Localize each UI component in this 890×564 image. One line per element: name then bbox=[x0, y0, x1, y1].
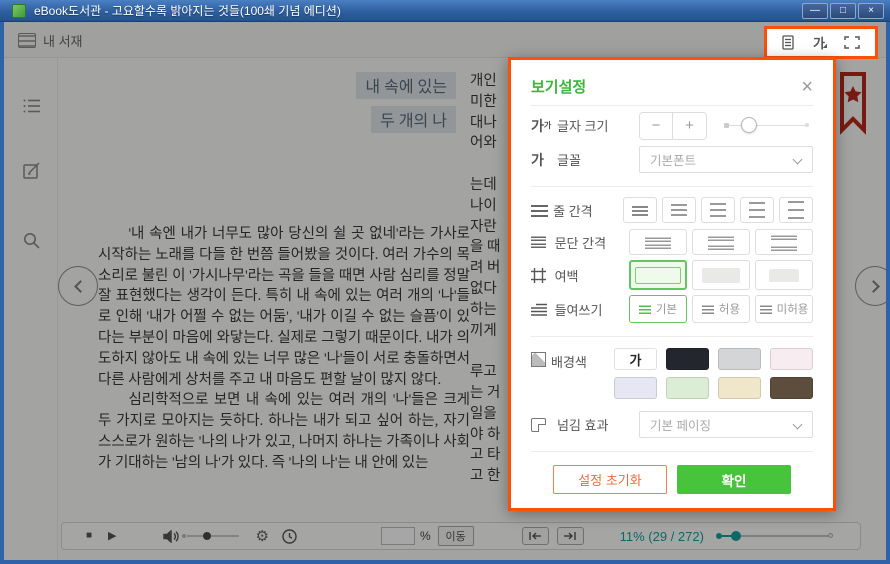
background-color-label: 배경색 bbox=[551, 352, 614, 371]
background-color-icon bbox=[531, 352, 551, 367]
bg-swatch-cream[interactable] bbox=[718, 377, 761, 399]
viewer-settings-icon[interactable] bbox=[782, 35, 794, 50]
font-size-slider-knob[interactable] bbox=[741, 117, 757, 133]
bg-swatch-green[interactable] bbox=[666, 377, 709, 399]
paragraph-spacing-label: 문단 간격 bbox=[555, 233, 629, 252]
divider bbox=[531, 105, 813, 106]
maximize-button[interactable]: □ bbox=[830, 3, 856, 19]
window-title: eBook도서관 - 고요할수록 밝아지는 것들(100쇄 기념 에디션) bbox=[34, 2, 341, 19]
divider bbox=[531, 336, 813, 337]
font-face-dropdown[interactable]: 기본폰트 bbox=[639, 146, 813, 173]
minimize-button[interactable]: — bbox=[802, 3, 828, 19]
margin-label: 여백 bbox=[555, 266, 629, 285]
app-window: eBook도서관 - 고요할수록 밝아지는 것들(100쇄 기념 에디션) — … bbox=[0, 0, 890, 564]
bg-swatch-white[interactable]: 가 bbox=[614, 348, 657, 370]
font-size-increase-button[interactable]: + bbox=[673, 113, 706, 139]
background-color-swatches: 가 bbox=[614, 348, 813, 399]
margin-option-medium[interactable] bbox=[692, 260, 750, 290]
reset-settings-button[interactable]: 설정 초기화 bbox=[553, 465, 667, 494]
bg-swatch-lavender[interactable] bbox=[614, 377, 657, 399]
paragraph-spacing-option-1[interactable] bbox=[629, 229, 687, 255]
page-effect-dropdown[interactable]: 기본 페이징 bbox=[639, 411, 813, 438]
paragraph-spacing-option-2[interactable] bbox=[692, 229, 750, 255]
font-face-icon: 가 bbox=[531, 150, 557, 170]
line-spacing-option-1[interactable] bbox=[623, 197, 657, 223]
font-size-slider[interactable] bbox=[724, 125, 809, 126]
paragraph-spacing-option-3[interactable] bbox=[755, 229, 813, 255]
font-size-decrease-button[interactable]: − bbox=[640, 113, 673, 139]
page-effect-label: 넘김 효과 bbox=[557, 415, 639, 434]
font-face-label: 글꼴 bbox=[557, 150, 639, 169]
line-spacing-label: 줄 간격 bbox=[553, 201, 623, 220]
line-spacing-option-5[interactable] bbox=[779, 197, 813, 223]
slider-end-mark bbox=[805, 123, 809, 127]
indent-option-allow[interactable]: 허용 bbox=[692, 295, 750, 323]
indent-option-default[interactable]: 기본 bbox=[629, 295, 687, 323]
line-spacing-option-2[interactable] bbox=[662, 197, 696, 223]
panel-close-icon[interactable]: × bbox=[801, 77, 813, 97]
margin-option-large[interactable] bbox=[755, 260, 813, 290]
indent-option-disallow[interactable]: 미허용 bbox=[755, 295, 813, 323]
divider bbox=[531, 451, 813, 452]
indent-option-icon bbox=[639, 304, 651, 314]
line-spacing-option-3[interactable] bbox=[701, 197, 735, 223]
font-size-label: 글자 크기 bbox=[557, 116, 639, 135]
bg-swatch-gray[interactable] bbox=[718, 348, 761, 370]
content-area: 내 서재 bbox=[4, 22, 886, 560]
fullscreen-icon[interactable] bbox=[844, 36, 860, 49]
close-button[interactable]: × bbox=[858, 3, 884, 19]
margin-icon bbox=[531, 268, 555, 283]
indent-label: 들여쓰기 bbox=[555, 300, 629, 319]
indent-icon bbox=[531, 303, 555, 316]
indent-option-icon bbox=[760, 304, 772, 314]
app-icon bbox=[12, 4, 26, 18]
panel-title: 보기설정 bbox=[531, 76, 586, 97]
title-bar: eBook도서관 - 고요할수록 밝아지는 것들(100쇄 기념 에디션) — … bbox=[0, 0, 890, 22]
page-effect-icon bbox=[531, 418, 557, 432]
bg-swatch-brown[interactable] bbox=[770, 377, 813, 399]
line-spacing-option-4[interactable] bbox=[740, 197, 774, 223]
view-tools-highlight-box: 가 bbox=[764, 26, 878, 59]
view-settings-panel: 보기설정 × 가가 글자 크기 − + bbox=[508, 57, 836, 511]
indent-option-icon bbox=[702, 304, 714, 314]
margin-option-small[interactable] bbox=[629, 260, 687, 290]
line-spacing-icon bbox=[531, 204, 553, 217]
font-settings-icon[interactable]: 가 bbox=[813, 33, 825, 52]
slider-start-mark bbox=[724, 123, 729, 128]
paragraph-spacing-icon bbox=[531, 236, 555, 248]
confirm-button[interactable]: 확인 bbox=[677, 465, 791, 494]
bg-swatch-pink[interactable] bbox=[770, 348, 813, 370]
font-size-icon: 가가 bbox=[531, 116, 557, 136]
divider bbox=[531, 186, 813, 187]
bg-swatch-black[interactable] bbox=[666, 348, 709, 370]
